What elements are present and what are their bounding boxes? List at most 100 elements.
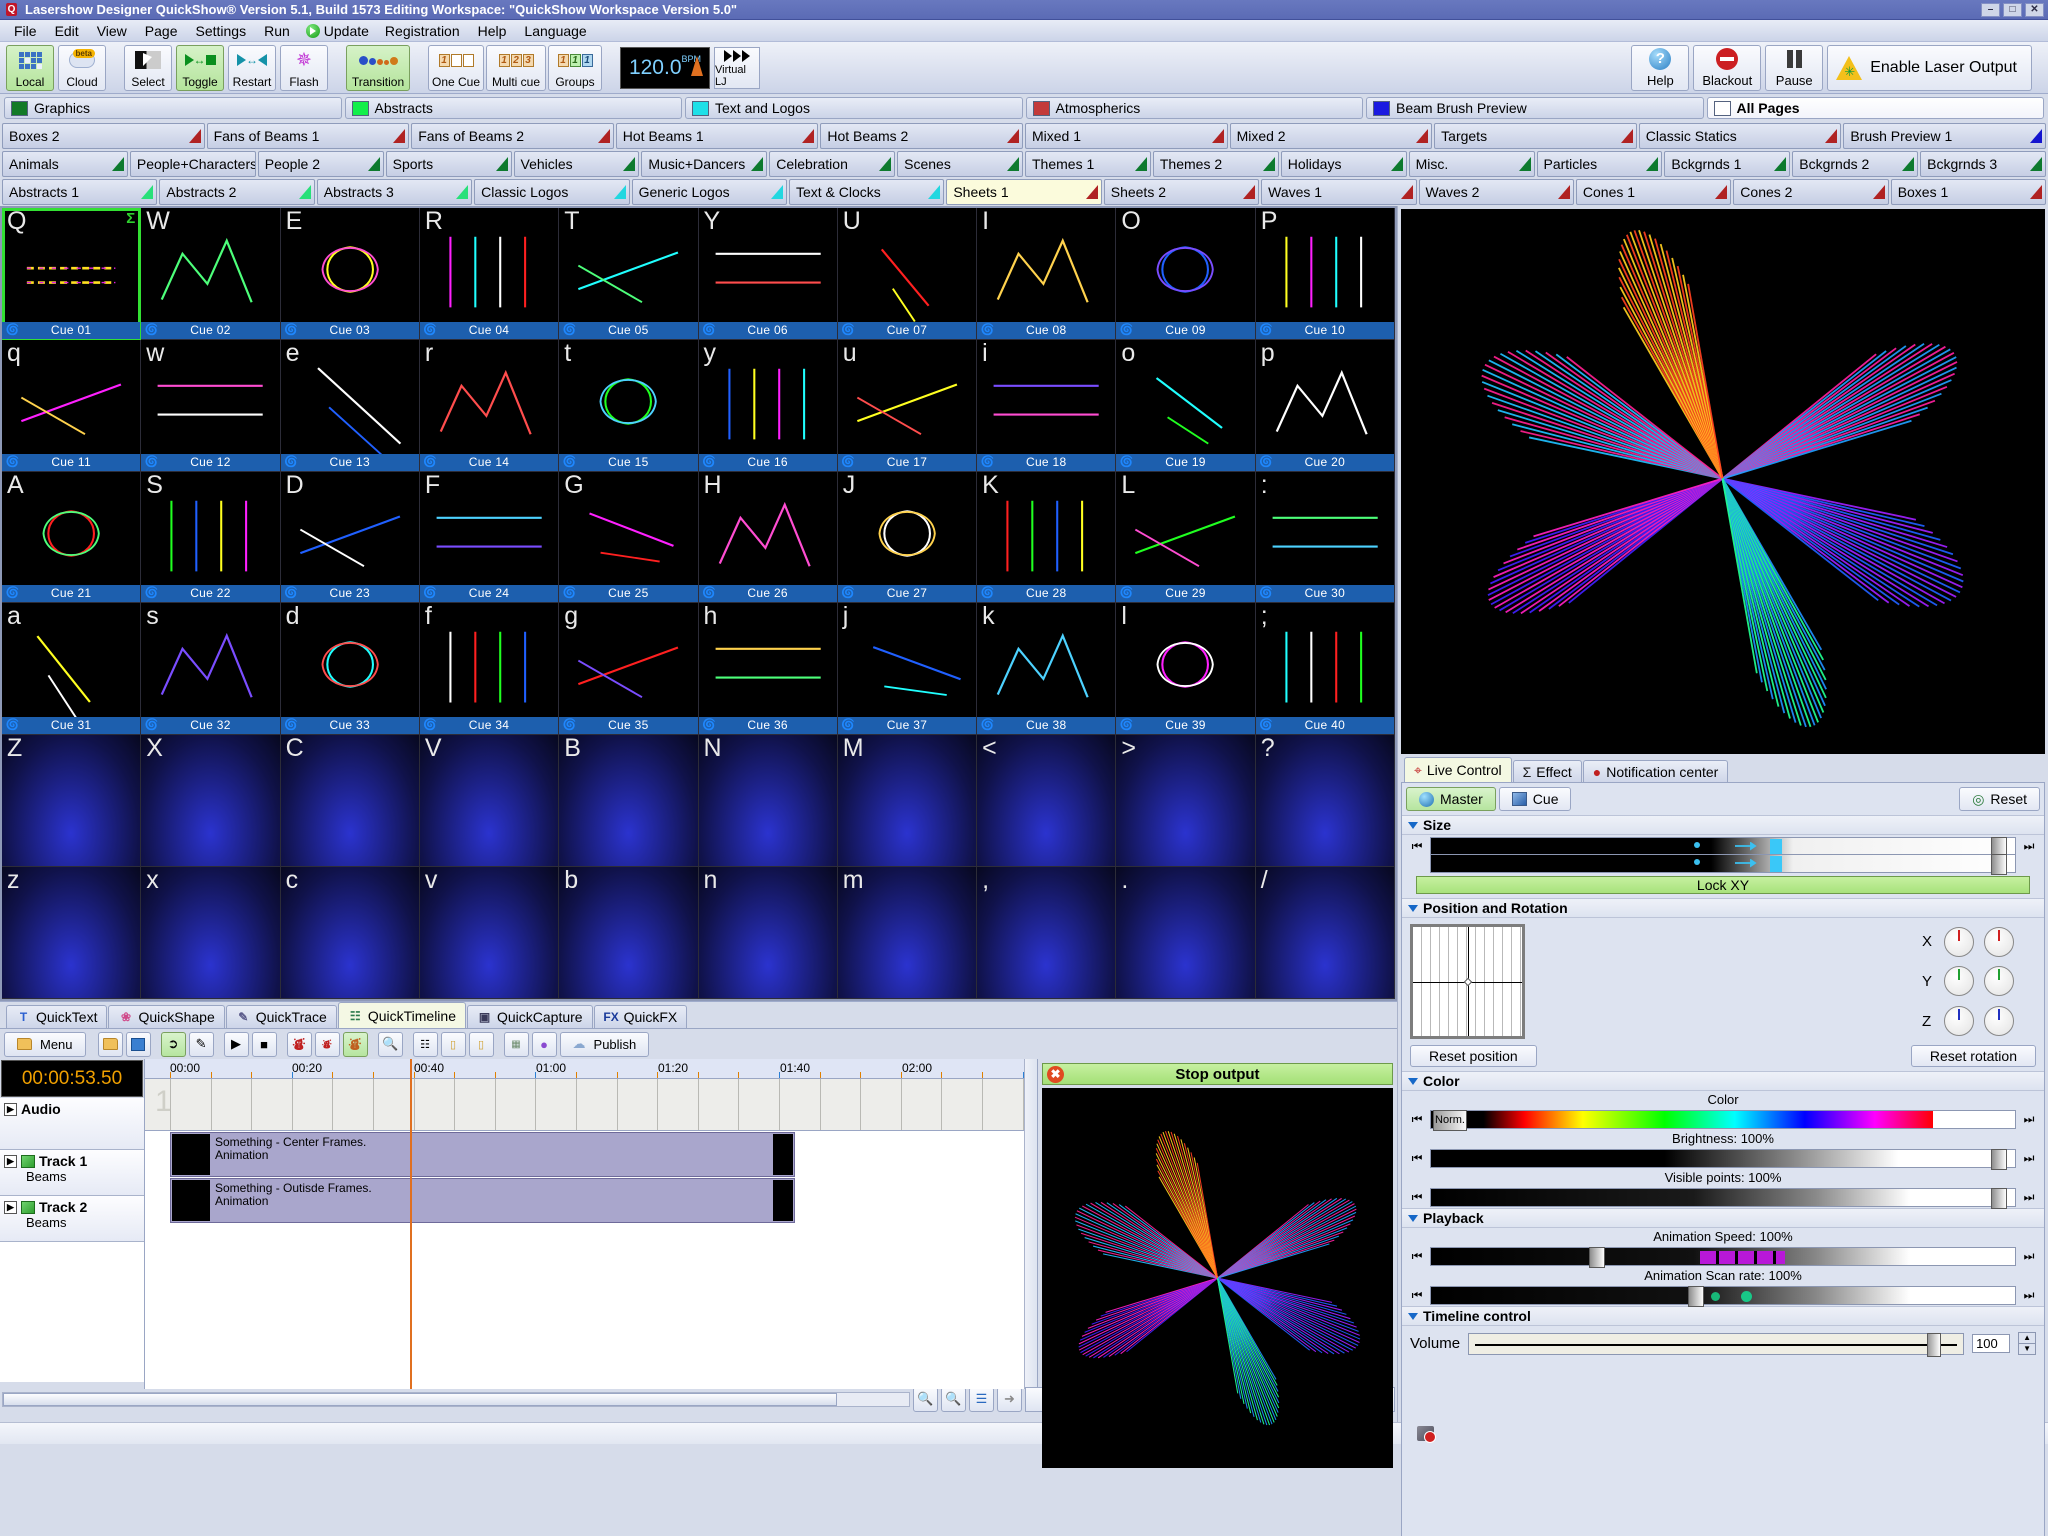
cue-cell[interactable]: ? — [1256, 735, 1395, 867]
volume-slider[interactable] — [1468, 1333, 1964, 1355]
size-y-slider[interactable] — [1430, 854, 2016, 873]
page-tab-animals[interactable]: Animals — [2, 151, 128, 177]
rotation-knob-x-2[interactable] — [1984, 927, 2014, 957]
page-tab-cones-2[interactable]: Cones 2 — [1733, 179, 1888, 205]
cue-cell[interactable]: / — [1256, 867, 1395, 999]
cue-cell[interactable]: g🌀Cue 35 — [559, 603, 698, 735]
cue-cell[interactable]: QΣ🌀Cue 01 — [2, 208, 141, 340]
clip-track-1[interactable]: Something - Center Frames. Animation — [170, 1132, 795, 1177]
master-button[interactable]: Master — [1406, 787, 1496, 811]
align-button[interactable]: ☷ — [413, 1032, 438, 1057]
anim-speed-min-button[interactable]: ⏮ — [1406, 1246, 1428, 1266]
cue-cell[interactable]: H🌀Cue 26 — [699, 472, 838, 604]
cue-cell[interactable]: f🌀Cue 34 — [420, 603, 559, 735]
page-tab-sheets-2[interactable]: Sheets 2 — [1104, 179, 1259, 205]
cue-cell[interactable]: e🌀Cue 13 — [281, 340, 420, 472]
cue-cell[interactable]: o🌀Cue 19 — [1116, 340, 1255, 472]
editor-tab-quickcapture[interactable]: ▣QuickCapture — [467, 1005, 593, 1028]
volume-spinner[interactable]: ▲ ▼ — [2018, 1332, 2036, 1355]
track-header-2[interactable]: ▶ Track 2 Beams — [0, 1196, 144, 1242]
flash-button[interactable]: ✵ Flash — [280, 45, 328, 91]
playhead[interactable] — [410, 1059, 412, 1389]
brightness-slider[interactable] — [1430, 1149, 2016, 1168]
cue-cell[interactable]: V — [420, 735, 559, 867]
zoom-tool-button[interactable]: 🔍 — [378, 1032, 403, 1057]
animation-speed-knob[interactable] — [1589, 1247, 1605, 1268]
menu-item-settings[interactable]: Settings — [187, 21, 254, 41]
menu-item-page[interactable]: Page — [137, 21, 186, 41]
page-tab-sheets-1[interactable]: Sheets 1 — [946, 179, 1101, 205]
cue-cell[interactable]: X — [141, 735, 280, 867]
save-button[interactable] — [126, 1032, 151, 1057]
cue-cell[interactable]: A🌀Cue 21 — [2, 472, 141, 604]
page-tab-hot-beams-2[interactable]: Hot Beams 2 — [820, 123, 1023, 149]
cue-cell[interactable]: U🌀Cue 07 — [838, 208, 977, 340]
timeline-canvas[interactable]: 00:0000:2000:4001:0001:2001:4002:0002:20… — [145, 1059, 1024, 1389]
page-tab-celebration[interactable]: Celebration — [769, 151, 895, 177]
menu-item-help[interactable]: Help — [470, 21, 515, 41]
group-tab-atmospherics[interactable]: Atmospherics — [1026, 97, 1364, 119]
page-tab-vehicles[interactable]: Vehicles — [514, 151, 640, 177]
cue-cell[interactable]: K🌀Cue 28 — [977, 472, 1116, 604]
position-handle[interactable] — [1464, 978, 1472, 986]
menu-item-run[interactable]: Run — [256, 21, 298, 41]
page-tab-themes-2[interactable]: Themes 2 — [1153, 151, 1279, 177]
page-tab-bckgrnds-1[interactable]: Bckgrnds 1 — [1664, 151, 1790, 177]
track-1-lane[interactable]: Something - Center Frames. Animation — [145, 1131, 1024, 1177]
cue-button[interactable]: Cue — [1499, 787, 1572, 811]
track-header-1[interactable]: ▶ Track 1 Beams — [0, 1150, 144, 1196]
page-tab-mixed-2[interactable]: Mixed 2 — [1230, 123, 1433, 149]
section-header-color[interactable]: Color — [1402, 1071, 2044, 1091]
editor-tab-quickfx[interactable]: FXQuickFX — [594, 1005, 688, 1028]
position-pad[interactable] — [1410, 924, 1525, 1039]
track-header-audio[interactable]: ▶ Audio — [0, 1098, 144, 1150]
group-tab-all-pages[interactable]: All Pages — [1707, 97, 2045, 119]
snap-2-button[interactable]: ⛇ — [315, 1032, 340, 1057]
local-button[interactable]: Local — [6, 45, 54, 91]
menu-item-registration[interactable]: Registration — [377, 21, 468, 41]
page-tab-people-characters[interactable]: People+Characters — [130, 151, 256, 177]
cue-cell[interactable]: G🌀Cue 25 — [559, 472, 698, 604]
cloud-button[interactable]: beta Cloud — [58, 45, 106, 91]
visible-points-knob[interactable] — [1991, 1188, 2007, 1209]
output-preview-screen[interactable] — [1042, 1088, 1393, 1468]
laser-preview-window[interactable] — [1401, 209, 2045, 754]
group-tab-beam-brush-preview[interactable]: Beam Brush Preview — [1366, 97, 1704, 119]
select-button[interactable]: Select — [124, 45, 172, 91]
rotation-knob-y-2[interactable] — [1984, 966, 2014, 996]
page-tab-bckgrnds-3[interactable]: Bckgrnds 3 — [1920, 151, 2046, 177]
color-slider[interactable]: Norm. — [1430, 1110, 2016, 1129]
select-tool-button[interactable]: ➲ — [161, 1032, 186, 1057]
maximize-button[interactable]: □ — [2003, 3, 2022, 17]
page-tab-brush-preview-1[interactable]: Brush Preview 1 — [1843, 123, 2046, 149]
cue-cell[interactable]: a🌀Cue 31 — [2, 603, 141, 735]
cue-cell[interactable]: y🌀Cue 16 — [699, 340, 838, 472]
cue-cell[interactable]: z — [2, 867, 141, 999]
enable-laser-output-button[interactable]: Enable Laser Output — [1827, 45, 2032, 91]
cue-cell[interactable]: W🌀Cue 02 — [141, 208, 280, 340]
scan-rate-knob[interactable] — [1688, 1286, 1704, 1307]
zoom-out-button[interactable]: 🔍 — [941, 1387, 966, 1412]
size-y-knob[interactable] — [1991, 854, 2007, 875]
size-x-max-button[interactable]: ⏭ — [2018, 836, 2040, 856]
export-button[interactable]: ➜ — [997, 1387, 1022, 1412]
cue-cell[interactable]: R🌀Cue 04 — [420, 208, 559, 340]
cue-cell[interactable]: O🌀Cue 09 — [1116, 208, 1255, 340]
menu-item-view[interactable]: View — [89, 21, 135, 41]
visible-points-min-button[interactable]: ⏮ — [1406, 1187, 1428, 1207]
size-x-min-button[interactable]: ⏮ — [1406, 836, 1428, 856]
pen-tool-button[interactable]: ✎ — [189, 1032, 214, 1057]
brightness-max-button[interactable]: ⏭ — [2018, 1148, 2040, 1168]
cue-cell[interactable]: F🌀Cue 24 — [420, 472, 559, 604]
group-tab-abstracts[interactable]: Abstracts — [345, 97, 683, 119]
snap-3-button[interactable]: ⛇ — [343, 1032, 368, 1057]
page-tab-waves-1[interactable]: Waves 1 — [1261, 179, 1416, 205]
brightness-min-button[interactable]: ⏮ — [1406, 1148, 1428, 1168]
editor-tab-quicktext[interactable]: TQuickText — [6, 1005, 107, 1028]
page-tab-mixed-1[interactable]: Mixed 1 — [1025, 123, 1228, 149]
blackout-button[interactable]: Blackout — [1693, 45, 1761, 91]
cue-cell[interactable]: m — [838, 867, 977, 999]
page-tab-abstracts-3[interactable]: Abstracts 3 — [317, 179, 472, 205]
cue-cell[interactable]: w🌀Cue 12 — [141, 340, 280, 472]
color-max-button[interactable]: ⏭ — [2018, 1109, 2040, 1129]
